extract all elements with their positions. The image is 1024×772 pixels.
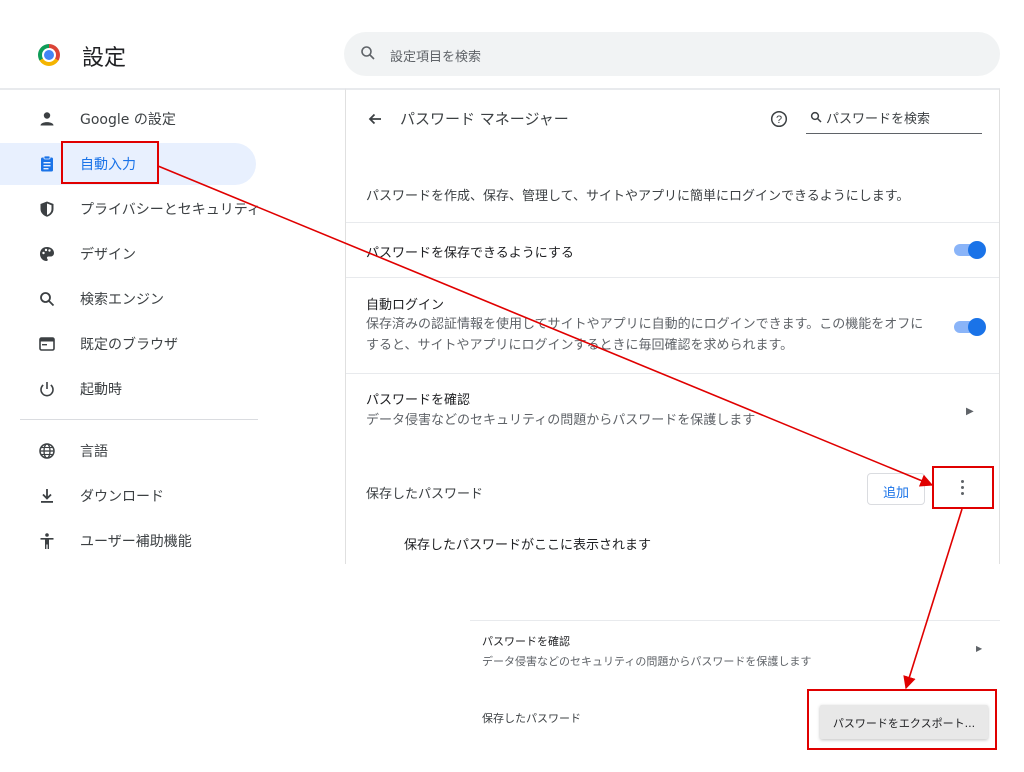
annotation-arrows [157,165,963,690]
arrow-more-to-export [903,508,963,690]
arrow-autofill-to-more [157,165,934,487]
